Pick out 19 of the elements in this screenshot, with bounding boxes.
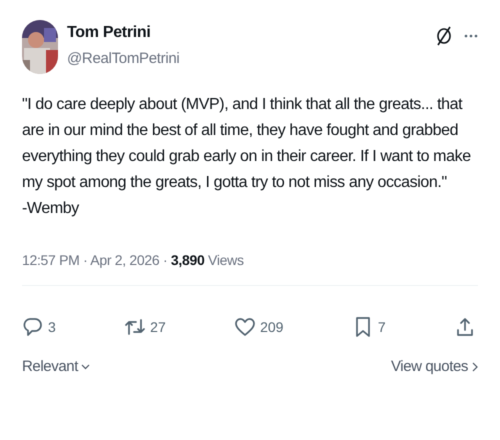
- action-count: 27: [150, 318, 166, 336]
- action-count: 7: [378, 318, 386, 336]
- heart-icon[interactable]: [234, 316, 256, 338]
- view-count: 3,890 Views: [170, 251, 244, 270]
- chevron-right-icon: [472, 362, 478, 372]
- sort-dropdown[interactable]: Relevant: [22, 356, 90, 378]
- author-name[interactable]: Tom Petrini: [67, 23, 180, 43]
- reply-icon[interactable]: [22, 316, 44, 338]
- view-quotes-link[interactable]: View quotes: [390, 356, 478, 378]
- post-text: "I do care deeply about (MVP), and I think that all the greats... that are in our mind the best of all time, they have fought and grabbed everything they could grab early on in their career. If I want to make my spot among the greats, I gotta try to not miss any occasion.": [22, 95, 472, 193]
- chevron-down-icon: [81, 364, 90, 370]
- author-handle[interactable]: @RealTomPetrini: [67, 49, 180, 69]
- more-icon[interactable]: [464, 34, 478, 38]
- repost-icon[interactable]: [124, 316, 146, 338]
- post-attribution: -Wemby: [22, 199, 80, 219]
- post-timestamp[interactable]: 12:57 PM · Apr 2, 2026 ·: [22, 250, 171, 271]
- action-count: 3: [48, 318, 56, 336]
- action-count: 209: [260, 318, 284, 336]
- slashed-circle-icon[interactable]: [436, 26, 452, 46]
